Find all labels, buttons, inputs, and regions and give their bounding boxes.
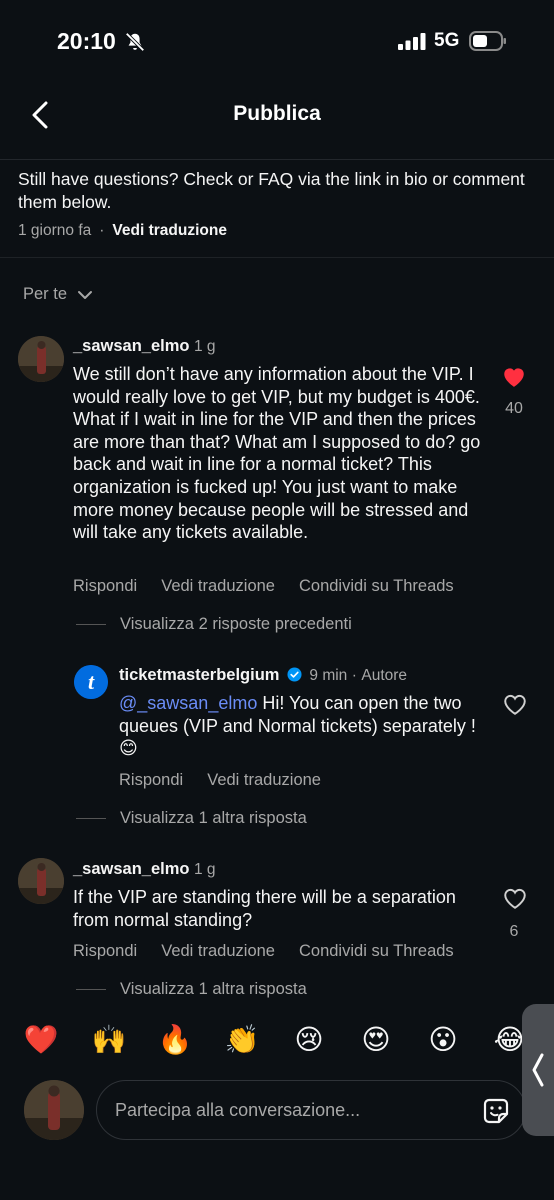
- chevron-left-icon: [532, 1053, 544, 1087]
- emoji-clapping[interactable]: 👏: [222, 1023, 262, 1056]
- view-previous-replies-label: Visualizza 2 risposte precedenti: [120, 615, 352, 633]
- translate-button[interactable]: Vedi traduzione: [207, 771, 321, 790]
- post-caption: Still have questions? Check or FAQ via t…: [18, 169, 525, 212]
- avatar-photo: [18, 858, 64, 904]
- sticker-icon[interactable]: [480, 1095, 512, 1127]
- caption-time: 1 giorno fa: [18, 222, 92, 239]
- comment-input[interactable]: [115, 1081, 455, 1139]
- comment-input-container: [96, 1080, 526, 1140]
- reply-button[interactable]: Rispondi: [119, 771, 183, 790]
- emoji-bar: [0, 1010, 554, 1078]
- comment-username[interactable]: _sawsan_elmo: [73, 860, 189, 878]
- view-more-replies[interactable]: Visualizza 1 altra risposta: [76, 980, 307, 999]
- comment-text: We still don’t have any information abou…: [73, 364, 481, 543]
- divider: [0, 257, 554, 258]
- avatar[interactable]: [18, 858, 64, 904]
- sort-label: Per te: [23, 285, 68, 303]
- caption-separator: ·: [99, 222, 105, 239]
- comment-text: If the VIP are standing there will be a …: [73, 887, 456, 930]
- status-time: 20:10: [57, 28, 116, 54]
- view-more-replies-label: Visualizza 1 altra risposta: [120, 980, 307, 998]
- mention-link[interactable]: @_sawsan_elmo: [119, 693, 257, 713]
- share-threads-button[interactable]: Condividi su Threads: [299, 577, 454, 596]
- share-threads-button[interactable]: Condividi su Threads: [299, 942, 454, 961]
- reply-button[interactable]: Rispondi: [73, 942, 137, 961]
- comment-time: 1 g: [193, 861, 216, 878]
- view-more-replies[interactable]: Visualizza 1 altra risposta: [76, 809, 307, 828]
- comment-username[interactable]: _sawsan_elmo: [73, 337, 189, 355]
- battery-icon: [469, 31, 506, 51]
- emoji-heart-eyes[interactable]: 😍: [356, 1023, 396, 1056]
- heart-icon[interactable]: [501, 364, 527, 388]
- ticketmaster-logo-icon: t: [74, 665, 108, 699]
- avatar[interactable]: t: [74, 665, 108, 699]
- emoji-heart[interactable]: ❤️: [21, 1023, 61, 1056]
- heart-icon[interactable]: [502, 692, 528, 716]
- status-bar: 20:10 5G: [0, 0, 554, 86]
- caption-translate-button[interactable]: Vedi traduzione: [112, 222, 227, 239]
- header: Pubblica: [0, 86, 554, 160]
- verified-badge-icon: [287, 667, 302, 682]
- user-avatar: [24, 1080, 84, 1140]
- reply-header: ticketmasterbelgium 9 min · Autore: [119, 666, 407, 685]
- avatar-photo: [18, 336, 64, 382]
- reply-actions: Rispondi Vedi traduzione: [119, 771, 345, 790]
- network-type: 5G: [434, 30, 460, 51]
- emoji-crying[interactable]: 😢: [289, 1023, 329, 1056]
- caption-meta: 1 giorno fa · Vedi traduzione: [18, 222, 227, 240]
- reply-text: @_sawsan_elmo Hi! You can open the two q…: [119, 692, 479, 760]
- reply-time: 9 min: [309, 667, 348, 684]
- reply-button[interactable]: Rispondi: [73, 577, 137, 596]
- comment-header: _sawsan_elmo 1 g: [73, 337, 216, 356]
- translate-button[interactable]: Vedi traduzione: [161, 577, 275, 596]
- side-pull-tab[interactable]: [522, 1004, 554, 1136]
- view-more-replies-label: Visualizza 1 altra risposta: [120, 809, 307, 827]
- comment-header: _sawsan_elmo 1 g: [73, 860, 216, 879]
- translate-button[interactable]: Vedi traduzione: [161, 942, 275, 961]
- cellular-signal-icon: [398, 33, 426, 50]
- thread-line: [76, 818, 106, 819]
- comment-actions: Rispondi Vedi traduzione Condividi su Th…: [73, 942, 478, 961]
- comment-actions: Rispondi Vedi traduzione Condividi su Th…: [73, 577, 478, 596]
- thread-line: [76, 624, 106, 625]
- view-previous-replies[interactable]: Visualizza 2 risposte precedenti: [76, 615, 352, 634]
- thread-line: [76, 989, 106, 990]
- sort-dropdown[interactable]: Per te: [23, 285, 93, 304]
- emoji-raised-hands[interactable]: 🙌: [89, 1023, 129, 1056]
- like-count: 40: [505, 400, 523, 417]
- page-title: Pubblica: [233, 102, 321, 125]
- avatar-photo: [24, 1080, 84, 1140]
- svg-text:t: t: [88, 669, 95, 694]
- avatar[interactable]: [18, 336, 64, 382]
- emoji-surprised[interactable]: 😮: [423, 1023, 463, 1056]
- bell-slash-icon: [125, 32, 145, 52]
- like-count: 6: [509, 923, 519, 940]
- heart-icon[interactable]: [502, 886, 528, 910]
- chevron-down-icon: [78, 290, 93, 299]
- comment-time: 1 g: [193, 338, 216, 355]
- emoji-fire[interactable]: 🔥: [155, 1023, 195, 1056]
- reply-username[interactable]: ticketmasterbelgium: [119, 666, 279, 684]
- author-tag: Autore: [361, 667, 408, 684]
- reply-separator: ·: [351, 667, 357, 684]
